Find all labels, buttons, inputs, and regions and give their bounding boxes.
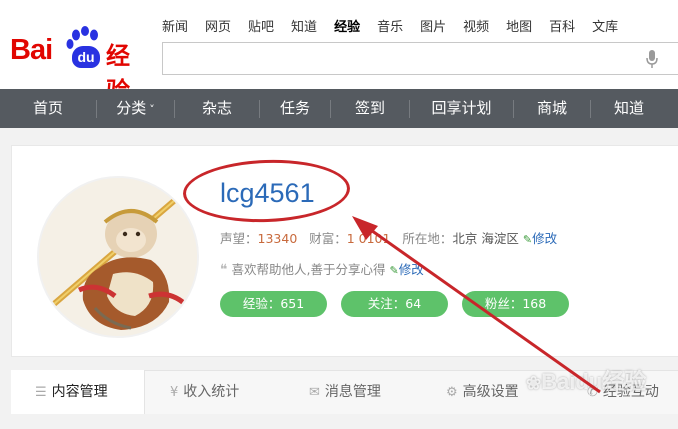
tab-label: 消息管理 [324,384,381,400]
topnav-item-images[interactable]: 图片 [420,16,446,35]
profile-stats: 声望：13340 财富：1 0101 所在地：北京 海淀区 ✎修改 [220,228,557,247]
avatar[interactable] [37,176,199,338]
location-label: 所在地： [402,231,453,246]
mainnav-item-magazine[interactable]: 杂志 [175,89,259,128]
topnav-item-news[interactable]: 新闻 [162,16,188,35]
pencil-icon: ✎ [389,264,399,277]
tab-income-stats[interactable]: ¥ 收入统计 [170,370,239,414]
profile-motto: ❝ 喜欢帮助他人,善于分享心得 ✎修改 [220,259,424,278]
logo-du-text: du [72,46,100,68]
topnav-item-map[interactable]: 地图 [506,16,532,35]
pencil-icon: ✎ [522,233,533,246]
tab-content-management[interactable]: ☰ 内容管理 [11,370,145,414]
gear-icon: ⚙ [446,385,458,400]
reputation-value: 13340 [257,231,298,246]
topnav-item-video[interactable]: 视频 [463,16,489,35]
mainnav-category-label: 分类 [116,99,147,117]
mainnav-item-mall[interactable]: 商城 [514,89,590,128]
baidu-jingyan-logo[interactable]: Bai du 经验 [10,26,150,105]
tab-label: 高级设置 [462,384,519,400]
mainnav-item-checkin[interactable]: 签到 [331,89,409,128]
tab-message-management[interactable]: ✉ 消息管理 [309,370,381,414]
topnav-item-music[interactable]: 音乐 [377,16,403,35]
edit-motto-link[interactable]: 修改 [399,262,424,277]
topnav-item-wenku[interactable]: 文库 [592,16,618,35]
product-nav: 新闻 网页 贴吧 知道 经验 音乐 图片 视频 地图 百科 文库 [162,16,635,35]
main-nav: 首页 分类 ˅ 杂志 任务 签到 回享计划 商城 知道 [0,89,678,128]
wealth-label: 财富： [309,231,347,246]
fans-badge[interactable]: 粉丝：168 [462,291,569,317]
mainnav-item-tasks[interactable]: 任务 [260,89,330,128]
experience-badge[interactable]: 经验：651 [220,291,327,317]
location-value: 北京 海淀区 [452,231,519,246]
motto-text: 喜欢帮助他人,善于分享心得 [231,262,386,277]
wealth-value: 1 0101 [346,231,391,246]
topnav-item-tieba[interactable]: 贴吧 [248,16,274,35]
mainnav-item-zhidao[interactable]: 知道 [591,89,667,128]
chevron-down-icon: ˅ [149,103,155,116]
watermark-text: Baidu经验 [541,369,647,394]
tab-advanced-settings[interactable]: ⚙ 高级设置 [446,370,519,414]
topnav-item-baike[interactable]: 百科 [549,16,575,35]
baidu-watermark: ❀Baidu经验 [526,364,646,396]
edit-location-link[interactable]: 修改 [532,231,557,246]
logo-bai-text: Bai [10,34,53,66]
following-badge[interactable]: 关注：64 [341,291,448,317]
topnav-item-zhidao[interactable]: 知道 [291,16,317,35]
reputation-label: 声望： [220,231,258,246]
topnav-item-jingyan[interactable]: 经验 [334,16,360,35]
mainnav-item-category[interactable]: 分类 ˅ [97,89,174,128]
mainnav-item-share-plan[interactable]: 回享计划 [410,89,513,128]
microphone-icon[interactable] [645,49,659,69]
yen-icon: ¥ [170,385,179,400]
paw-icon: ❀ [526,373,542,393]
tab-label: 内容管理 [51,384,108,400]
list-icon: ☰ [35,385,47,400]
mail-icon: ✉ [309,385,320,400]
topnav-item-web[interactable]: 网页 [205,16,231,35]
quote-icon: ❝ [220,262,228,278]
search-input[interactable] [162,42,678,75]
mainnav-item-home[interactable]: 首页 [0,89,96,128]
tab-label: 收入统计 [183,384,240,400]
avatar-illustration [39,178,197,336]
